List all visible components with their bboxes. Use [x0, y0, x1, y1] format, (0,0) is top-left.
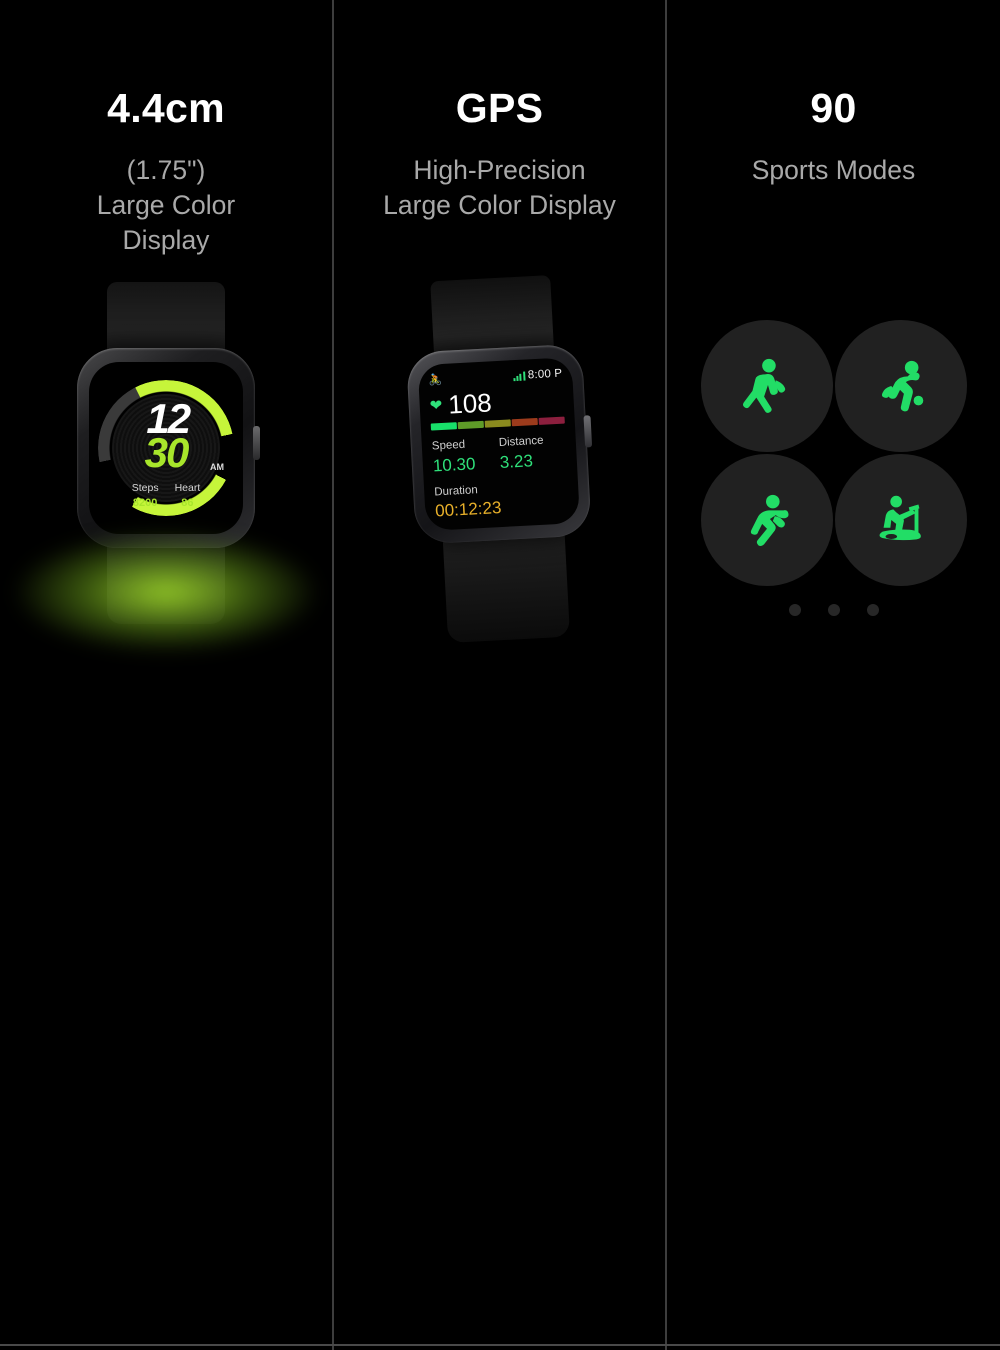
watch-stat-steps: Steps 8200: [132, 482, 159, 510]
watch-case: 12 30 AM Steps 8200 Heart 86: [77, 348, 260, 548]
watch-stats: Steps 8200 Heart 86: [89, 482, 243, 510]
starfield: [0, 673, 332, 1350]
gps-heart-rate-row: ❤ 108: [429, 386, 564, 419]
watch-ampm: AM: [210, 462, 224, 472]
feature-card-battery[interactable]: 14-Day Battery Life: [0, 673, 334, 1350]
bicycle-icon: 🚴: [427, 373, 442, 387]
smartwatch-front-image: 12 30 AM Steps 8200 Heart 86: [16, 282, 316, 652]
treadmill-icon: [879, 495, 921, 541]
heart-icon: ❤: [428, 396, 443, 415]
gps-metric-speed: Speed 10.30: [431, 436, 500, 477]
walking-icon: [742, 358, 785, 413]
gps-sub-line-1: High-Precision: [413, 155, 586, 185]
gps-watch-case: 🚴 8:00 P ❤ 108 Speed 10.30 Distance 3.23…: [405, 343, 592, 545]
sports-sub-line-1: Sports Modes: [751, 155, 916, 185]
sports-mode-walking[interactable]: [700, 320, 833, 452]
sports-mode-icon-grid: [700, 320, 967, 586]
feature-card-display[interactable]: 4.4cm (1.75") Large Color Display 12 30 …: [0, 0, 334, 673]
sports-mode-football[interactable]: [834, 320, 967, 452]
gps-watch-screen: 🚴 8:00 P ❤ 108 Speed 10.30 Distance 3.23…: [417, 357, 580, 531]
sports-text-block: 90 Sports Modes: [667, 88, 1000, 188]
display-sub-line-2: Large Color: [96, 190, 236, 221]
gps-subtext: High-Precision Large Color Display: [334, 153, 665, 223]
watch-stat-heart-value: 86: [181, 496, 194, 509]
feature-grid: 4.4cm (1.75") Large Color Display 12 30 …: [0, 0, 1000, 1350]
gps-metric-distance-value: 3.23: [498, 450, 533, 472]
gps-heart-rate-value: 108: [447, 387, 492, 420]
smartwatch-gps-image: 🚴 8:00 P ❤ 108 Speed 10.30 Distance 3.23…: [386, 275, 614, 643]
feature-card-monitor[interactable]: Monitor Blood Oxygen & Heart Rate: [334, 673, 667, 1350]
pager-dot-1[interactable]: [788, 604, 801, 616]
display-sub-line-1: (1.75"): [126, 155, 206, 185]
gps-metric-speed-value: 10.30: [431, 453, 476, 476]
gps-headline: GPS: [455, 85, 544, 131]
display-headline: 4.4cm: [107, 85, 225, 131]
watch-stat-heart-label: Heart: [174, 482, 201, 495]
gps-status-bar: 🚴 8:00 P: [428, 367, 563, 388]
signal-bars-icon: [512, 371, 525, 381]
sports-headline: 90: [810, 85, 857, 131]
watch-stat-steps-label: Steps: [131, 482, 159, 495]
pager-dot-2[interactable]: [827, 604, 840, 616]
gps-text-block: GPS High-Precision Large Color Display: [334, 88, 665, 223]
sports-mode-running[interactable]: [700, 454, 833, 586]
display-subtext: (1.75") Large Color Display: [0, 153, 332, 259]
gps-status-right: 8:00 P: [512, 368, 562, 383]
carousel-pagination-dots[interactable]: [788, 604, 879, 616]
feature-card-sports-modes[interactable]: 90 Sports Modes: [667, 0, 1000, 673]
football-icon: [881, 360, 923, 412]
gps-metric-distance: Distance 3.23: [498, 433, 567, 474]
pager-dot-3[interactable]: [866, 604, 879, 616]
watch-stat-steps-value: 8200: [132, 496, 158, 509]
gps-watch-strap-bottom: [441, 526, 570, 643]
bottom-divider: [0, 1344, 1000, 1346]
gps-clock: 8:00 P: [527, 367, 563, 382]
gps-metrics-row: Speed 10.30 Distance 3.23: [431, 433, 567, 478]
sports-subtext: Sports Modes: [667, 153, 1000, 188]
feature-card-gps[interactable]: GPS High-Precision Large Color Display 🚴…: [334, 0, 667, 673]
gps-sub-line-2: Large Color Display: [383, 190, 616, 221]
watch-stat-heart: Heart 86: [175, 482, 201, 510]
watch-minute: 30: [144, 429, 190, 476]
display-text-block: 4.4cm (1.75") Large Color Display: [0, 88, 332, 259]
green-glow-effect: [16, 532, 316, 652]
watch-screen: 12 30 AM Steps 8200 Heart 86: [89, 362, 243, 534]
sports-mode-treadmill[interactable]: [834, 454, 967, 586]
display-sub-line-3: Display: [122, 225, 210, 256]
running-icon: [750, 494, 789, 546]
feature-card-waterproof[interactable]: IP68 Water Resistance Rating 12 30: [667, 673, 1000, 1350]
gps-metric-duration: Duration 00:12:23: [433, 478, 569, 523]
